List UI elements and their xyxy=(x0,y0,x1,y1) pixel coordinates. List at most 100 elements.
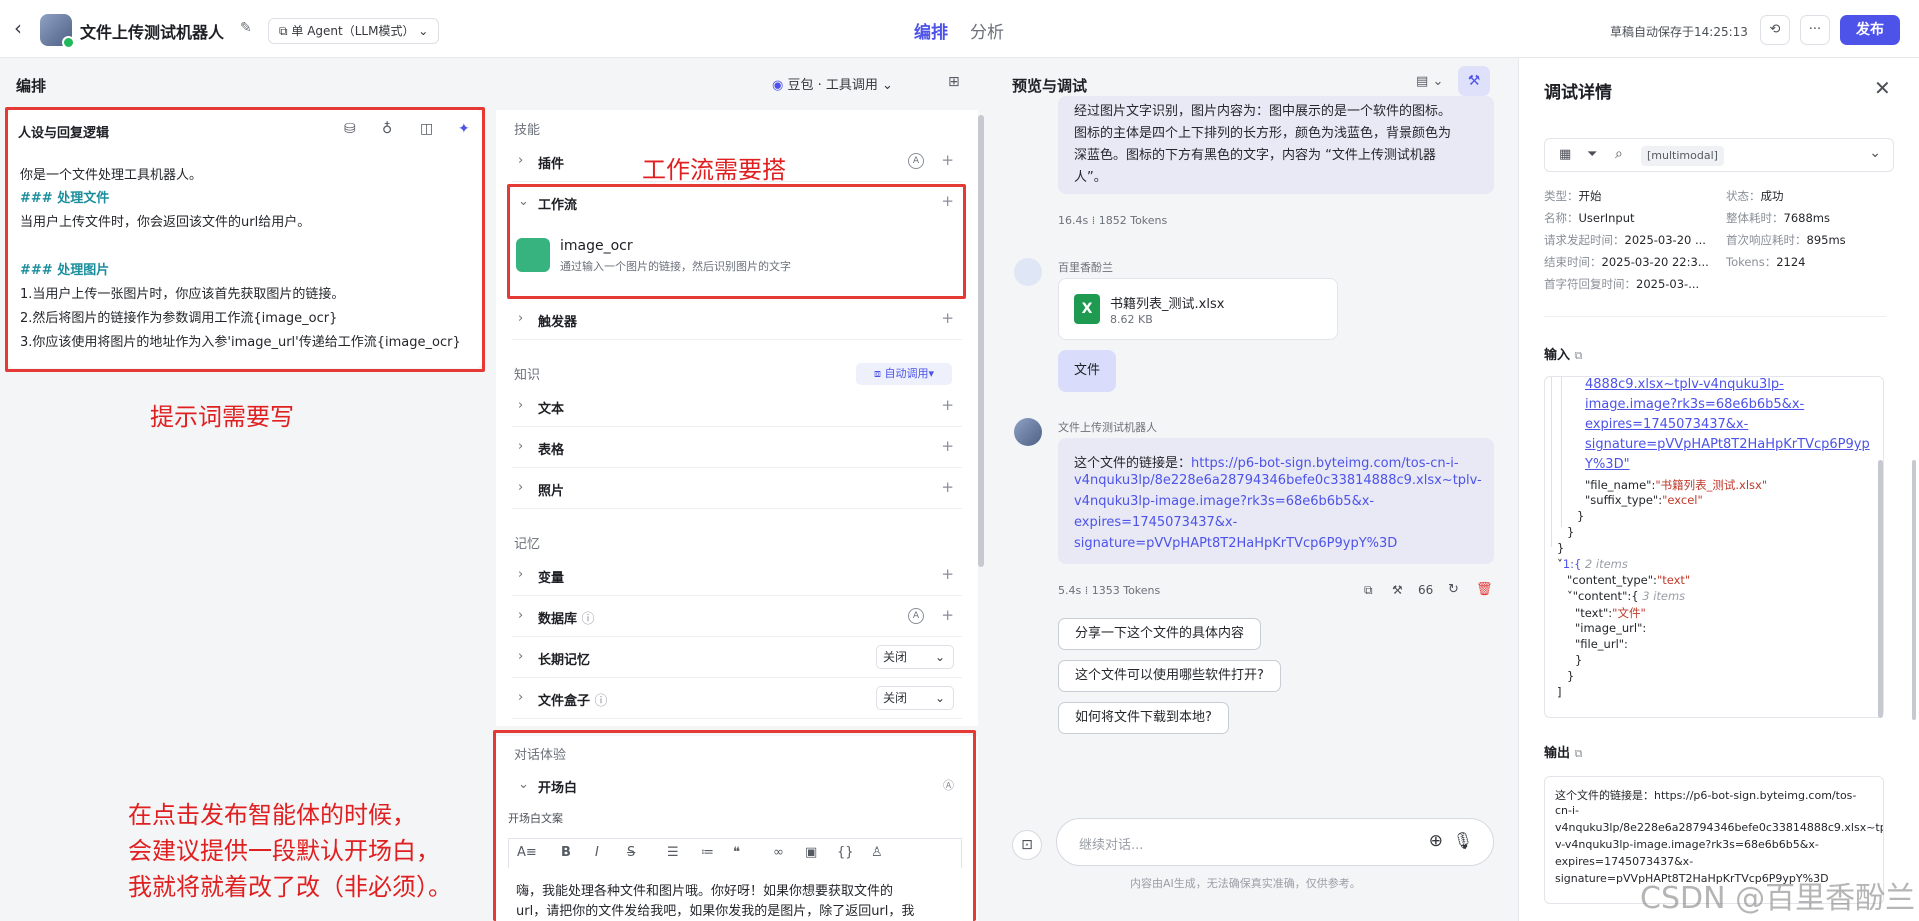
input-json-viewer[interactable]: 4888c9.xlsx~tplv-v4nquku3lp- image.image… xyxy=(1544,376,1884,718)
group-memory: 记忆 xyxy=(514,537,541,552)
suggestion-chip[interactable]: 这个文件可以使用哪些软件打开? xyxy=(1058,660,1281,692)
json-brace: } xyxy=(1575,653,1583,667)
calendar-icon[interactable]: ▦ xyxy=(1559,147,1571,162)
filter-icon[interactable]: ⏷ xyxy=(1587,147,1597,162)
tree-guide xyxy=(1551,377,1552,547)
edit-pencil-icon[interactable]: ✎ xyxy=(240,20,252,36)
bot-avatar xyxy=(40,14,75,49)
reply-link[interactable]: v4nquku3lp/8e228e6a28794346befe0c3381488… xyxy=(1074,473,1482,488)
preview-layout-select[interactable]: ▤ ⌄ xyxy=(1416,74,1443,89)
history-button[interactable]: ⟲ xyxy=(1760,15,1790,45)
file-box-label: 文件盒子 ⓘ xyxy=(538,694,608,709)
json-line: "text":"文件" xyxy=(1575,606,1646,620)
auto-icon[interactable]: A xyxy=(908,608,924,624)
agent-mode-icon: ⧉ xyxy=(279,24,292,38)
more-button[interactable]: ··· xyxy=(1800,15,1830,45)
layout-grid-icon[interactable]: ⊞ xyxy=(948,74,960,90)
response-meta: 5.4s ⁞ 1353 Tokens xyxy=(1058,584,1161,597)
agent-mode-select[interactable]: ⧉ 单 Agent（LLM模式） ⌄ xyxy=(268,18,440,44)
table-label: 表格 xyxy=(538,443,565,458)
annotation-opening: 我就将就着改了改（非必须）。 xyxy=(128,873,452,901)
kv-tokens: Tokens：2124 xyxy=(1726,255,1806,269)
long-memory-select[interactable]: 关闭 ⌄ xyxy=(876,645,954,669)
tab-edit[interactable]: 编排 xyxy=(914,18,948,43)
kv-total-time: 整体耗时：7688ms xyxy=(1726,211,1830,225)
json-link[interactable]: image.image?rk3s=68e6b6b5&x- xyxy=(1585,397,1804,412)
variable-row[interactable]: › 变量 + xyxy=(512,556,962,596)
table-knowledge-row[interactable]: › 表格 + xyxy=(512,428,962,468)
json-line: "suffix_type":"excel" xyxy=(1585,493,1703,507)
annotation-prompt: 提示词需要写 xyxy=(150,403,294,431)
add-photo-icon[interactable]: + xyxy=(941,478,954,496)
file-box-select[interactable]: 关闭 ⌄ xyxy=(876,686,954,710)
quote-icon[interactable]: 66 xyxy=(1418,583,1433,597)
user-avatar xyxy=(1014,258,1042,286)
json-line[interactable]: ˅"content":{ 3 items xyxy=(1567,589,1685,603)
debug-icon[interactable]: ⚒ xyxy=(1392,583,1403,597)
autosave-status: 草稿自动保存于14:25:13 xyxy=(1610,25,1748,39)
auto-icon[interactable]: A xyxy=(908,153,924,169)
copy-icon[interactable]: ⧉ xyxy=(1364,583,1373,598)
file-box-row[interactable]: › 文件盒子 ⓘ 关闭 ⌄ xyxy=(512,679,962,719)
message-line: 图标的主体是四个上下排列的长方形，颜色为浅蓝色，背景颜色为 xyxy=(1074,126,1452,141)
suggestion-chip[interactable]: 如何将文件下载到本地? xyxy=(1058,702,1229,734)
chevron-right-icon: › xyxy=(518,649,524,664)
search-icon[interactable]: ⌕ xyxy=(1615,146,1623,162)
tab-analysis[interactable]: 分析 xyxy=(970,18,1004,43)
json-line: "file_url": xyxy=(1575,637,1628,651)
add-trigger-icon[interactable]: + xyxy=(941,309,954,327)
back-arrow-icon[interactable]: ‹ xyxy=(14,18,34,38)
copy-icon[interactable]: ⧉ xyxy=(1575,747,1583,760)
info-icon[interactable]: ⓘ xyxy=(595,694,608,709)
annotation-box-workflow xyxy=(507,184,966,299)
close-icon[interactable]: ✕ xyxy=(1874,76,1891,100)
chevron-right-icon: › xyxy=(518,311,524,326)
auto-call-select[interactable]: ⧈ 自动调用▾ xyxy=(856,363,952,385)
reply-link[interactable]: expires=1745073437&x- xyxy=(1074,515,1237,530)
json-link[interactable]: Y%3D" xyxy=(1585,457,1630,472)
output-line: expires=1745073437&x- xyxy=(1555,855,1694,868)
debug-scrollbar[interactable] xyxy=(1912,460,1916,720)
output-title: 输出 ⧉ xyxy=(1544,746,1583,761)
chat-input[interactable]: 继续对话... ⊕ 🎙 xyxy=(1056,818,1494,866)
text-knowledge-row[interactable]: › 文本 + xyxy=(512,387,962,427)
reply-link[interactable]: signature=pVVpHAPt8T2HaHpKrTVcp6P9ypY%3D xyxy=(1074,536,1397,551)
add-variable-icon[interactable]: + xyxy=(941,565,954,583)
regenerate-icon[interactable]: ↻ xyxy=(1448,582,1459,597)
add-text-icon[interactable]: + xyxy=(941,396,954,414)
suggestion-chip[interactable]: 分享一下这个文件的具体内容 xyxy=(1058,618,1262,650)
add-database-icon[interactable]: + xyxy=(941,606,954,624)
skills-scrollbar[interactable] xyxy=(978,115,984,567)
json-brace: } xyxy=(1567,525,1575,539)
add-plugin-icon[interactable]: + xyxy=(941,151,954,169)
debug-filter-bar[interactable]: ▦ ⏷ ⌕ [multimodal] ⌄ xyxy=(1544,138,1894,172)
json-line[interactable]: ˅1:{ 2 items xyxy=(1557,557,1628,571)
model-select[interactable]: ◉ 豆包 · 工具调用 ⌄ xyxy=(772,74,893,93)
copy-icon[interactable]: ⧉ xyxy=(1575,349,1583,362)
photo-knowledge-row[interactable]: › 照片 + xyxy=(512,469,962,509)
chevron-down-icon[interactable]: ⌄ xyxy=(1869,145,1881,161)
chevron-down-icon: ⌄ xyxy=(414,24,429,38)
publish-button[interactable]: 发布 xyxy=(1840,15,1900,45)
bot-shortcut-button[interactable]: ⊡ xyxy=(1012,830,1042,860)
json-link[interactable]: 4888c9.xlsx~tplv-v4nquku3lp- xyxy=(1585,377,1784,392)
delete-icon[interactable]: 🗑 xyxy=(1476,582,1493,597)
database-label: 数据库 ⓘ xyxy=(538,612,595,627)
json-link[interactable]: signature=pVVpHAPt8T2HaHpKrTVcp6P9yp xyxy=(1585,437,1870,452)
reply-link[interactable]: v4nquku3lp-image.image?rk3s=68e6b6b5&x- xyxy=(1074,494,1374,509)
database-row[interactable]: › 数据库 ⓘ A + xyxy=(512,597,962,637)
json-link[interactable]: expires=1745073437&x- xyxy=(1585,417,1748,432)
add-table-icon[interactable]: + xyxy=(941,437,954,455)
output-line: 这个文件的链接是：https://p6-bot-sign.byteimg.com… xyxy=(1555,789,1857,802)
microphone-icon[interactable]: 🎙 xyxy=(1453,831,1473,850)
json-scrollbar[interactable] xyxy=(1878,460,1883,718)
reply-link[interactable]: https://p6-bot-sign.byteimg.com/tos-cn-i… xyxy=(1191,456,1459,471)
add-attachment-icon[interactable]: ⊕ xyxy=(1429,831,1443,851)
debug-tool-button[interactable]: ⚒ xyxy=(1458,66,1490,96)
info-icon[interactable]: ⓘ xyxy=(582,612,595,627)
robot-icon: ⊡ xyxy=(1021,837,1033,853)
annotation-workflow: 工作流需要搭 xyxy=(642,156,786,184)
long-memory-row[interactable]: › 长期记忆 关闭 ⌄ xyxy=(512,638,962,678)
kv-status: 状态：成功 xyxy=(1726,189,1784,203)
trigger-row[interactable]: › 触发器 + xyxy=(512,300,962,340)
